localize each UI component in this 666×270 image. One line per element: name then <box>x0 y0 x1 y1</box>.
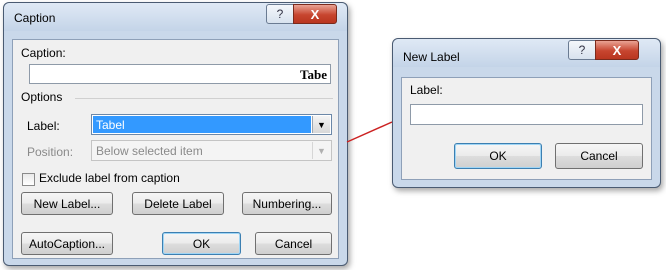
options-separator <box>75 98 333 99</box>
label-field-label: Label: <box>27 119 60 133</box>
label-dropdown-arrow-button[interactable]: ▼ <box>312 116 330 133</box>
new-label-dialog-body: Label: OK Cancel <box>401 77 652 180</box>
exclude-label-text[interactable]: Exclude label from caption <box>39 171 180 185</box>
caption-input[interactable]: Tabe <box>29 64 331 84</box>
autocaption-button[interactable]: AutoCaption... <box>21 232 113 255</box>
position-dropdown-arrow: ▼ <box>312 142 330 159</box>
close-button[interactable]: X <box>293 4 337 24</box>
new-label-dialog: New Label ? X Label: OK Cancel <box>392 38 661 188</box>
close-icon: X <box>310 6 320 22</box>
help-icon: ? <box>276 7 284 21</box>
numbering-button[interactable]: Numbering... <box>242 192 332 215</box>
caption-title-bar[interactable]: Caption ? X <box>4 3 347 31</box>
chevron-down-icon: ▼ <box>317 145 326 156</box>
new-label-field-label: Label: <box>410 83 443 97</box>
ok-button[interactable]: OK <box>162 232 241 255</box>
options-group-label: Options <box>21 90 63 104</box>
help-icon: ? <box>578 43 586 57</box>
new-label-input[interactable] <box>410 104 643 125</box>
caption-dialog-body: Caption: Tabe Options Label: Tabel ▼ Pos… <box>12 39 339 259</box>
new-label-title-bar[interactable]: New Label ? X <box>393 39 660 67</box>
close-icon: X <box>612 42 622 58</box>
new-label-ok-button[interactable]: OK <box>454 143 542 169</box>
connector-stroke <box>346 121 393 143</box>
delete-label-button[interactable]: Delete Label <box>132 192 224 215</box>
exclude-label-checkbox[interactable] <box>22 173 35 186</box>
caption-input-value: Tabe <box>300 67 327 82</box>
help-button[interactable]: ? <box>568 40 596 60</box>
label-dropdown-selection: Tabel <box>93 116 311 133</box>
cancel-button[interactable]: Cancel <box>255 232 332 255</box>
caption-dialog-title: Caption <box>14 11 56 25</box>
help-button[interactable]: ? <box>266 4 294 24</box>
caption-field-label: Caption: <box>21 46 66 60</box>
position-field-label: Position: <box>27 145 74 159</box>
chevron-down-icon: ▼ <box>317 119 326 130</box>
new-label-button[interactable]: New Label... <box>21 192 113 215</box>
close-button[interactable]: X <box>595 40 639 60</box>
label-dropdown[interactable]: Tabel ▼ <box>91 114 332 135</box>
new-label-dialog-title: New Label <box>403 50 460 64</box>
new-label-cancel-button[interactable]: Cancel <box>555 143 643 169</box>
caption-dialog: Caption ? X Caption: Tabe Options Label:… <box>3 2 348 266</box>
position-dropdown: Below selected item ▼ <box>91 140 332 161</box>
